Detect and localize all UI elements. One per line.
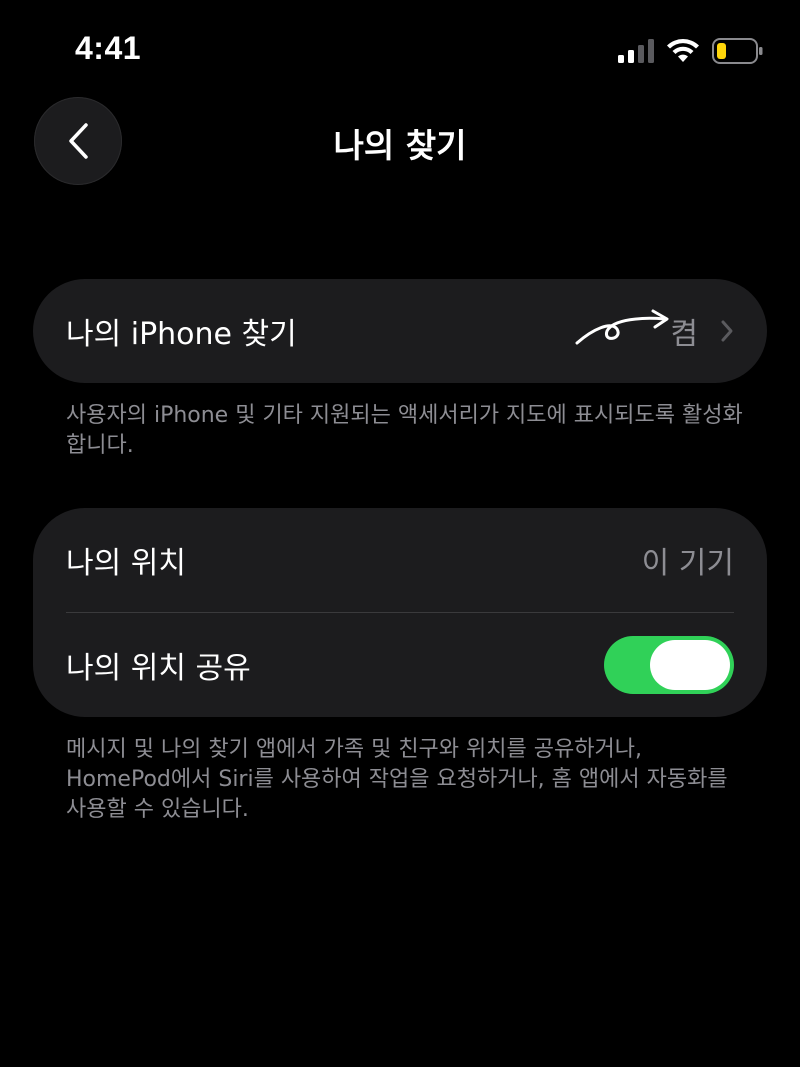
wifi-icon (667, 39, 699, 62)
find-my-iphone-status: 켬 (670, 317, 698, 352)
chevron-right-icon (720, 319, 734, 343)
my-location-row[interactable]: 나의 위치 이 기기 (33, 508, 767, 612)
handwritten-arrow-annotation (575, 309, 669, 345)
cellular-signal-icon (618, 39, 654, 63)
nav-header: 나의 찾기 (0, 95, 800, 190)
my-location-value: 이 기기 (641, 546, 734, 581)
battery-low-icon (712, 38, 763, 64)
find-my-iphone-row[interactable]: 나의 iPhone 찾기 켬 (33, 279, 767, 383)
share-my-location-toggle[interactable] (604, 636, 734, 694)
toggle-knob (650, 640, 730, 690)
find-my-iphone-group: 나의 iPhone 찾기 켬 (33, 279, 767, 383)
status-icons (618, 36, 764, 66)
status-bar: 4:41 (0, 0, 800, 100)
share-my-location-row: 나의 위치 공유 (33, 613, 767, 717)
find-my-iphone-footnote: 사용자의 iPhone 및 기타 지원되는 액세서리가 지도에 표시되도록 활성… (66, 403, 743, 458)
location-group: 나의 위치 이 기기 나의 위치 공유 (33, 508, 767, 717)
my-location-label: 나의 위치 (66, 546, 186, 581)
location-footnote: 메시지 및 나의 찾기 앱에서 가족 및 친구와 위치를 공유하거나, Home… (66, 737, 728, 822)
page-title: 나의 찾기 (333, 126, 467, 165)
status-time: 4:41 (75, 30, 142, 66)
share-my-location-label: 나의 위치 공유 (66, 651, 251, 686)
